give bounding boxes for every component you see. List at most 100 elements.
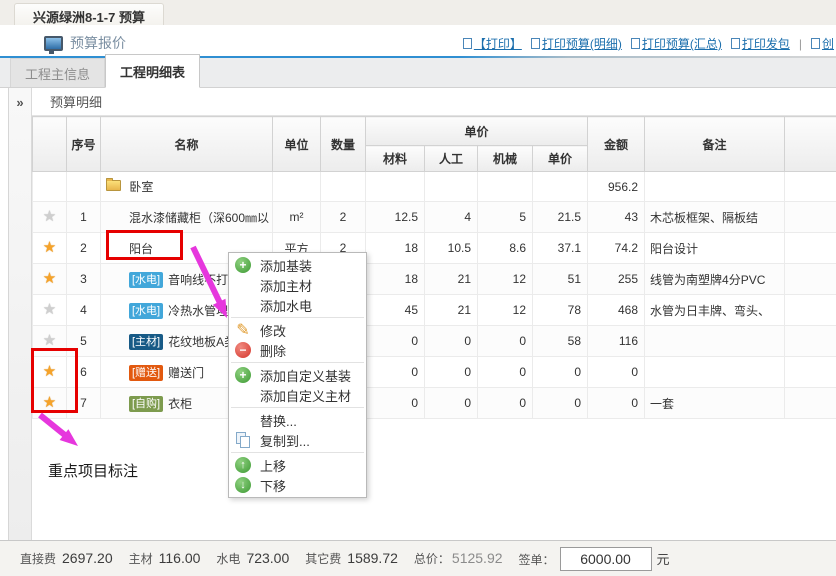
annotation-highlight-box <box>31 348 78 413</box>
table-row[interactable]: 7 [自购]衣柜 0 0 0 0 0 一套 <box>33 388 836 419</box>
row-remark: 水管为日丰牌、弯头、 <box>645 295 785 326</box>
row-amount: 255 <box>588 264 645 295</box>
menu-item-move-up[interactable]: 上移 <box>229 455 366 475</box>
menu-item-delete[interactable]: 删除 <box>229 340 366 360</box>
menu-item-copy-to[interactable]: 复制到... <box>229 430 366 450</box>
menu-item-label: 上移 <box>260 456 286 475</box>
menu-item-edit[interactable]: 修改 <box>229 320 366 340</box>
row-seq: 2 <box>67 233 101 264</box>
menu-item-label: 添加基装 <box>260 256 312 275</box>
row-machine-price: 0 <box>478 326 533 357</box>
row-tag: [水电] <box>129 272 163 288</box>
star-icon[interactable] <box>33 202 66 232</box>
menu-item-add-custom-base[interactable]: 添加自定义基装 <box>229 365 366 385</box>
print-icon <box>531 38 540 49</box>
no-icon <box>235 297 251 313</box>
menu-item-label: 替换... <box>260 411 297 430</box>
row-machine-price: 0 <box>478 357 533 388</box>
col-header-unit-price: 单价 <box>533 146 588 172</box>
annotation-highlight-box <box>106 230 183 260</box>
menu-item-add-main-material[interactable]: 添加主材 <box>229 275 366 295</box>
copy-icon <box>235 432 251 448</box>
row-remark <box>645 326 785 357</box>
link-separator: | <box>799 37 802 51</box>
row-amount: 43 <box>588 202 645 233</box>
row-labor-price: 21 <box>425 295 478 326</box>
tab-project-info[interactable]: 工程主信息 <box>10 58 105 87</box>
row-remark: 阳台设计 <box>645 233 785 264</box>
table-row[interactable]: 1 混水漆储藏柜（深600㎜以 m² 2 12.5 4 5 21.5 43 木芯… <box>33 202 836 233</box>
detail-area: 预算明细 序号 名称 单位 数量 单价 <box>32 88 836 540</box>
row-machine-price: 12 <box>478 264 533 295</box>
sign-amount-input[interactable] <box>560 547 652 571</box>
row-labor-price: 0 <box>425 388 478 419</box>
row-tag: [水电] <box>129 303 163 319</box>
tab-bar: 工程主信息 工程明细表 <box>0 58 836 88</box>
row-amount: 116 <box>588 326 645 357</box>
menu-item-add-custom-material[interactable]: 添加自定义主材 <box>229 385 366 405</box>
total-plumbing: 水电 723.00 <box>216 550 289 567</box>
table-row[interactable]: 6 [赠送]赠送门 0 0 0 0 0 <box>33 357 836 388</box>
row-remark: 线管为南塑牌4分PVC <box>645 264 785 295</box>
row-labor-price: 10.5 <box>425 233 478 264</box>
table-row[interactable]: 4 [水电]冷热水管埋墙 45 21 12 78 468 水管为日丰牌、弯头、 <box>33 295 836 326</box>
link-print-budget-detail[interactable]: 打印预算(明细) <box>531 35 622 52</box>
row-labor-price: 4 <box>425 202 478 233</box>
monitor-icon <box>44 36 63 51</box>
sidebar-expand-button[interactable]: » <box>9 88 31 110</box>
row-unit-price: 58 <box>533 326 588 357</box>
total-other-fee: 其它费 1589.72 <box>305 550 398 567</box>
row-labor-price: 0 <box>425 357 478 388</box>
detail-toolbar: 预算明细 <box>32 88 836 116</box>
star-icon[interactable] <box>33 295 66 325</box>
table-row[interactable]: 3 [水电]音响线不打槽 18 21 12 51 255 线管为南塑牌4分PVC <box>33 264 836 295</box>
row-material-price: 0 <box>366 326 425 357</box>
star-icon[interactable] <box>33 233 66 263</box>
menu-item-move-down[interactable]: 下移 <box>229 475 366 495</box>
row-unit-price: 37.1 <box>533 233 588 264</box>
menu-item-add-base[interactable]: 添加基装 <box>229 255 366 275</box>
row-machine-price: 12 <box>478 295 533 326</box>
menu-item-add-plumbing[interactable]: 添加水电 <box>229 295 366 315</box>
total-direct-fee: 直接费 2697.20 <box>20 550 113 567</box>
row-material-price: 45 <box>366 295 425 326</box>
folder-icon <box>106 180 121 191</box>
item-name: 花纹地板A类 <box>168 335 236 349</box>
print-icon <box>811 38 820 49</box>
menu-item-replace[interactable]: 替换... <box>229 410 366 430</box>
row-amount: 74.2 <box>588 233 645 264</box>
link-print-contract[interactable]: 打印发包 <box>731 35 790 52</box>
no-icon <box>235 387 251 403</box>
col-header-unit: 单位 <box>273 117 321 172</box>
row-seq: 1 <box>67 202 101 233</box>
no-icon <box>235 412 251 428</box>
star-icon[interactable] <box>33 264 66 294</box>
row-machine-price: 0 <box>478 388 533 419</box>
row-tag: [自购] <box>129 396 163 412</box>
tab-project-detail[interactable]: 工程明细表 <box>105 54 200 88</box>
row-tag: [主材] <box>129 334 163 350</box>
link-create-truncated[interactable]: 创 <box>811 35 834 52</box>
annotation-note: 重点项目标注 <box>48 460 138 481</box>
currency-label: 元 <box>657 549 670 568</box>
row-unit-price: 78 <box>533 295 588 326</box>
print-icon <box>631 38 640 49</box>
col-header-price-group: 单价 <box>366 117 588 146</box>
col-header-extra <box>785 117 836 172</box>
collapsed-sidebar: » <box>9 88 32 540</box>
header-links: 【打印】 打印预算(明细) 打印预算(汇总) 打印发包 | 创 <box>463 35 834 52</box>
link-print[interactable]: 【打印】 <box>463 35 522 52</box>
table-row[interactable]: 5 [主材]花纹地板A类 0 0 0 58 116 <box>33 326 836 357</box>
context-menu: 添加基装添加主材添加水电修改删除添加自定义基装添加自定义主材替换...复制到..… <box>228 252 367 498</box>
row-unit-price: 0 <box>533 357 588 388</box>
total-main-material: 主材 116.00 <box>129 550 201 567</box>
menu-separator <box>231 362 364 363</box>
add-circle-icon <box>235 257 251 273</box>
title-strip: 兴源绿洲8-1-7 预算 <box>0 0 836 26</box>
item-name: 赠送门 <box>168 366 204 380</box>
link-print-budget-summary[interactable]: 打印预算(汇总) <box>631 35 722 52</box>
table-body: 卧室 956.2 1 混水漆储藏柜（深600㎜以 m² 2 12.5 4 5 2… <box>33 172 836 419</box>
no-icon <box>235 277 251 293</box>
row-qty: 2 <box>321 202 366 233</box>
group-row[interactable]: 卧室 956.2 <box>33 172 836 202</box>
